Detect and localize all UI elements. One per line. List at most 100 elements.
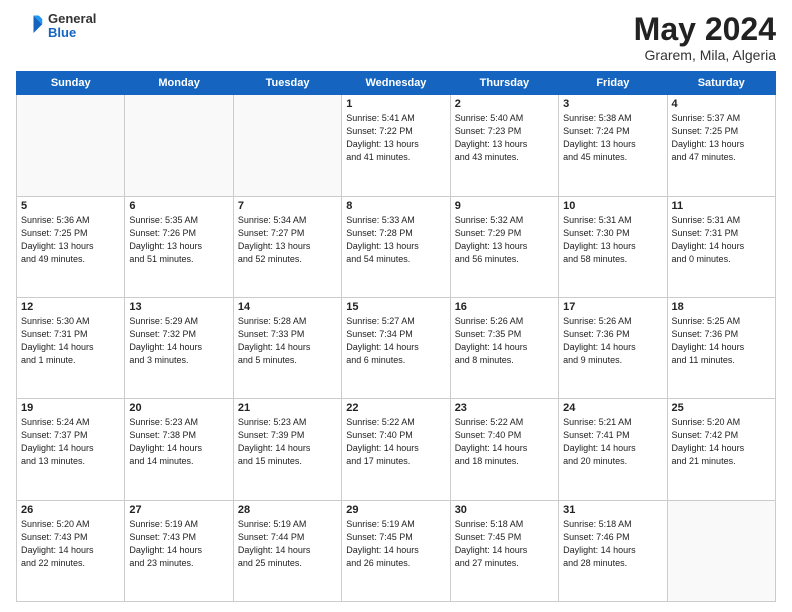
day-number: 22 — [346, 402, 445, 414]
cell-info: Sunrise: 5:31 AMSunset: 7:31 PMDaylight:… — [672, 214, 771, 266]
daylight-hours: Daylight: 14 hours — [21, 443, 94, 453]
day-number: 21 — [238, 402, 337, 414]
day-number: 23 — [455, 402, 554, 414]
cell-info: Sunrise: 5:21 AMSunset: 7:41 PMDaylight:… — [563, 416, 662, 468]
day-number: 19 — [21, 402, 120, 414]
cell-info: Sunrise: 5:19 AMSunset: 7:45 PMDaylight:… — [346, 518, 445, 570]
table-row: 23 Sunrise: 5:22 AMSunset: 7:40 PMDayligh… — [450, 399, 558, 500]
cell-info: Sunrise: 5:18 AMSunset: 7:45 PMDaylight:… — [455, 518, 554, 570]
title-block: May 2024 Grarem, Mila, Algeria — [634, 12, 776, 63]
cell-info: Sunrise: 5:41 AMSunset: 7:22 PMDaylight:… — [346, 112, 445, 164]
cell-info: Sunrise: 5:18 AMSunset: 7:46 PMDaylight:… — [563, 518, 662, 570]
day-number: 29 — [346, 504, 445, 516]
daylight-hours: Daylight: 14 hours — [455, 443, 528, 453]
day-number: 30 — [455, 504, 554, 516]
table-row: 16Sunrise: 5:26 AMSunset: 7:35 PMDayligh… — [450, 297, 558, 398]
cell-info: Sunrise: 5:32 AMSunset: 7:29 PMDaylight:… — [455, 214, 554, 266]
daylight-hours: Daylight: 14 hours — [129, 342, 202, 352]
daylight-hours: Daylight: 14 hours — [346, 342, 419, 352]
col-monday: Monday — [125, 72, 233, 95]
table-row: 7Sunrise: 5:34 AMSunset: 7:27 PMDaylight… — [233, 196, 341, 297]
day-number: 6 — [129, 200, 228, 212]
cell-info: Sunrise: 5:26 AMSunset: 7:35 PMDaylight:… — [455, 315, 554, 367]
daylight-hours: Daylight: 14 hours — [563, 545, 636, 555]
calendar-week-row: 19 Sunrise: 5:24 AMSunset: 7:37 PMDayligh… — [17, 399, 776, 500]
daylight-hours: Daylight: 14 hours — [455, 342, 528, 352]
daylight-hours: Daylight: 14 hours — [21, 342, 94, 352]
day-number: 31 — [563, 504, 662, 516]
header: General Blue May 2024 Grarem, Mila, Alge… — [16, 12, 776, 63]
cell-info: Sunrise: 5:33 AMSunset: 7:28 PMDaylight:… — [346, 214, 445, 266]
day-number: 7 — [238, 200, 337, 212]
table-row: 15Sunrise: 5:27 AMSunset: 7:34 PMDayligh… — [342, 297, 450, 398]
cell-info: Sunrise: 5:20 AMSunset: 7:42 PMDaylight:… — [672, 416, 771, 468]
daylight-hours: Daylight: 13 hours — [21, 241, 94, 251]
title-location: Grarem, Mila, Algeria — [634, 47, 776, 63]
day-number: 11 — [672, 200, 771, 212]
daylight-hours: Daylight: 13 hours — [672, 139, 745, 149]
cell-info: Sunrise: 5:24 AMSunset: 7:37 PMDaylight:… — [21, 416, 120, 468]
cell-info: Sunrise: 5:25 AMSunset: 7:36 PMDaylight:… — [672, 315, 771, 367]
col-sunday: Sunday — [17, 72, 125, 95]
day-number: 20 — [129, 402, 228, 414]
table-row: 29 Sunrise: 5:19 AMSunset: 7:45 PMDayligh… — [342, 500, 450, 601]
cell-info: Sunrise: 5:20 AMSunset: 7:43 PMDaylight:… — [21, 518, 120, 570]
daylight-hours: Daylight: 13 hours — [455, 241, 528, 251]
day-number: 18 — [672, 301, 771, 313]
table-row: 25Sunrise: 5:20 AMSunset: 7:42 PMDayligh… — [667, 399, 775, 500]
day-number: 15 — [346, 301, 445, 313]
cell-info: Sunrise: 5:23 AMSunset: 7:39 PMDaylight:… — [238, 416, 337, 468]
daylight-hours: Daylight: 14 hours — [563, 443, 636, 453]
daylight-hours: Daylight: 14 hours — [455, 545, 528, 555]
calendar-header-row: Sunday Monday Tuesday Wednesday Thursday… — [17, 72, 776, 95]
cell-info: Sunrise: 5:22 AMSunset: 7:40 PMDaylight:… — [455, 416, 554, 468]
table-row: 22 Sunrise: 5:22 AMSunset: 7:40 PMDayligh… — [342, 399, 450, 500]
daylight-hours: Daylight: 14 hours — [238, 545, 311, 555]
calendar-week-row: 5Sunrise: 5:36 AMSunset: 7:25 PMDaylight… — [17, 196, 776, 297]
day-number: 10 — [563, 200, 662, 212]
daylight-hours: Daylight: 14 hours — [563, 342, 636, 352]
cell-info: Sunrise: 5:19 AMSunset: 7:44 PMDaylight:… — [238, 518, 337, 570]
day-number: 24 — [563, 402, 662, 414]
daylight-hours: Daylight: 14 hours — [238, 443, 311, 453]
table-row: 10Sunrise: 5:31 AMSunset: 7:30 PMDayligh… — [559, 196, 667, 297]
table-row: 28 Sunrise: 5:19 AMSunset: 7:44 PMDayligh… — [233, 500, 341, 601]
table-row: 30 Sunrise: 5:18 AMSunset: 7:45 PMDayligh… — [450, 500, 558, 601]
calendar-table: Sunday Monday Tuesday Wednesday Thursday… — [16, 71, 776, 602]
table-row: 26 Sunrise: 5:20 AMSunset: 7:43 PMDayligh… — [17, 500, 125, 601]
table-row: 17 Sunrise: 5:26 AMSunset: 7:36 PMDayligh… — [559, 297, 667, 398]
cell-info: Sunrise: 5:19 AMSunset: 7:43 PMDaylight:… — [129, 518, 228, 570]
daylight-hours: Daylight: 14 hours — [346, 443, 419, 453]
day-number: 12 — [21, 301, 120, 313]
table-row: 9Sunrise: 5:32 AMSunset: 7:29 PMDaylight… — [450, 196, 558, 297]
cell-info: Sunrise: 5:26 AMSunset: 7:36 PMDaylight:… — [563, 315, 662, 367]
logo-general-text: General — [48, 12, 96, 26]
day-number: 1 — [346, 98, 445, 110]
day-number: 26 — [21, 504, 120, 516]
table-row: 12Sunrise: 5:30 AMSunset: 7:31 PMDayligh… — [17, 297, 125, 398]
daylight-hours: Daylight: 13 hours — [129, 241, 202, 251]
logo-icon — [16, 12, 44, 40]
table-row: 24 Sunrise: 5:21 AMSunset: 7:41 PMDayligh… — [559, 399, 667, 500]
table-row: 21 Sunrise: 5:23 AMSunset: 7:39 PMDayligh… — [233, 399, 341, 500]
day-number: 28 — [238, 504, 337, 516]
title-month: May 2024 — [634, 12, 776, 47]
day-number: 27 — [129, 504, 228, 516]
logo-text: General Blue — [48, 12, 96, 41]
table-row: 8Sunrise: 5:33 AMSunset: 7:28 PMDaylight… — [342, 196, 450, 297]
table-row: 19 Sunrise: 5:24 AMSunset: 7:37 PMDayligh… — [17, 399, 125, 500]
cell-info: Sunrise: 5:22 AMSunset: 7:40 PMDaylight:… — [346, 416, 445, 468]
daylight-hours: Daylight: 13 hours — [563, 241, 636, 251]
daylight-hours: Daylight: 13 hours — [455, 139, 528, 149]
table-row: 11 Sunrise: 5:31 AMSunset: 7:31 PMDayligh… — [667, 196, 775, 297]
cell-info: Sunrise: 5:40 AMSunset: 7:23 PMDaylight:… — [455, 112, 554, 164]
table-row: 3Sunrise: 5:38 AMSunset: 7:24 PMDaylight… — [559, 95, 667, 196]
day-number: 17 — [563, 301, 662, 313]
daylight-hours: Daylight: 13 hours — [563, 139, 636, 149]
table-row: 1 Sunrise: 5:41 AMSunset: 7:22 PMDaylight… — [342, 95, 450, 196]
table-row: 20Sunrise: 5:23 AMSunset: 7:38 PMDayligh… — [125, 399, 233, 500]
daylight-hours: Daylight: 14 hours — [21, 545, 94, 555]
cell-info: Sunrise: 5:28 AMSunset: 7:33 PMDaylight:… — [238, 315, 337, 367]
logo: General Blue — [16, 12, 96, 41]
cell-info: Sunrise: 5:38 AMSunset: 7:24 PMDaylight:… — [563, 112, 662, 164]
